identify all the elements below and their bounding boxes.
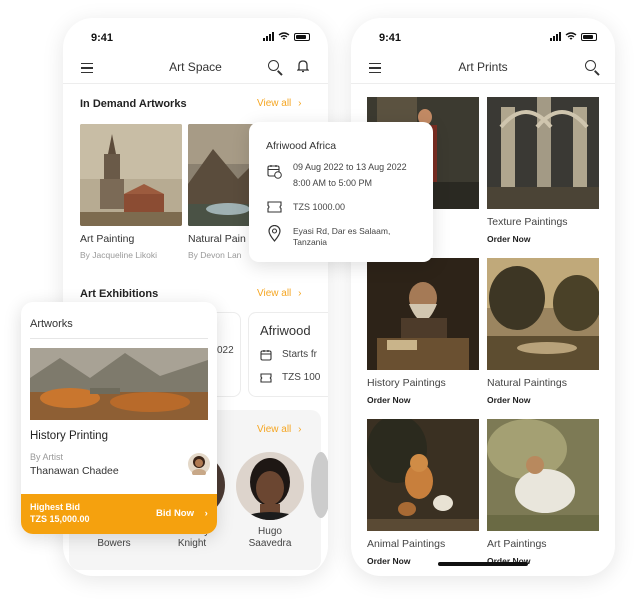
event-address-line1: Eyasi Rd, Dar es Salaam, xyxy=(293,226,391,236)
event-time: 8:00 AM to 5:00 PM xyxy=(293,178,373,188)
chevron-right-icon: › xyxy=(298,288,302,299)
in-demand-view-all[interactable]: View all › xyxy=(257,98,301,109)
event-price: TZS 1000.00 xyxy=(293,202,346,212)
bell-icon[interactable] xyxy=(297,59,309,73)
event-title: Afriwood Africa xyxy=(266,140,337,152)
location-icon xyxy=(268,225,281,242)
print-image[interactable] xyxy=(367,419,479,531)
art-painting-image[interactable] xyxy=(80,124,182,226)
natural-painting-image[interactable] xyxy=(188,124,258,226)
order-now-link[interactable]: Order Now xyxy=(367,395,410,405)
print-image[interactable] xyxy=(487,258,599,370)
chevron-right-icon: › xyxy=(298,424,302,435)
art-title: Natural Pain xyxy=(188,233,246,245)
event-date: 09 Aug 2022 to 13 Aug 2022 xyxy=(293,162,407,172)
page-title: Art Space xyxy=(169,60,222,74)
phone-art-prints: 9:41 Art Prints ngs Texture Paintings Or… xyxy=(351,18,615,576)
history-printing-image[interactable] xyxy=(30,348,208,420)
status-icons xyxy=(263,32,310,41)
artists-view-all[interactable]: View all › xyxy=(257,424,301,435)
order-now-link[interactable]: Order Now xyxy=(487,395,530,405)
print-image[interactable] xyxy=(367,258,479,370)
art-author: By Devon Lan xyxy=(188,250,242,260)
artwork-card-header: Artworks xyxy=(30,318,73,330)
home-indicator xyxy=(438,562,528,566)
print-image[interactable] xyxy=(487,97,599,209)
artwork-card[interactable]: Artworks History Printing By Artist Than… xyxy=(21,302,217,534)
print-image[interactable] xyxy=(487,419,599,531)
page-title: Art Prints xyxy=(458,60,508,74)
artist-label: By Artist xyxy=(30,452,64,462)
ticket-icon xyxy=(267,201,282,213)
search-icon[interactable] xyxy=(268,60,279,71)
avatar-hugo-saavedra[interactable] xyxy=(236,452,304,520)
order-now-link[interactable]: Order Now xyxy=(367,556,410,566)
status-time: 9:41 xyxy=(379,32,402,44)
avatar[interactable] xyxy=(188,453,210,475)
bid-now-button[interactable]: Bid Now › xyxy=(156,508,208,519)
divider xyxy=(30,338,208,339)
bid-bar: Highest Bid TZS 15,000.00 Bid Now › xyxy=(21,494,217,534)
exhibition-card-afriwood[interactable]: Afriwood Starts fr TZS 100 xyxy=(248,312,328,397)
chevron-right-icon: › xyxy=(298,98,302,109)
event-address-line2: Tanzania xyxy=(293,237,328,247)
chevron-right-icon: › xyxy=(204,508,208,519)
ticket-icon xyxy=(260,373,272,383)
artist-name: Thanawan Chadee xyxy=(30,465,119,477)
status-icons xyxy=(550,32,597,41)
exhibitions-title: Art Exhibitions xyxy=(80,288,159,300)
avatar[interactable] xyxy=(311,452,328,518)
exhibitions-view-all[interactable]: View all › xyxy=(257,288,301,299)
app-bar: Art Space xyxy=(63,54,328,84)
print-title: History Paintings xyxy=(367,377,446,389)
app-bar: Art Prints xyxy=(351,54,615,84)
art-title: Art Painting xyxy=(80,233,135,245)
calendar-clock-icon xyxy=(267,165,282,179)
in-demand-title: In Demand Artworks xyxy=(80,98,187,110)
print-title: Texture Paintings xyxy=(487,216,568,228)
order-now-link[interactable]: Order Now xyxy=(487,234,530,244)
artwork-title: History Printing xyxy=(30,430,108,442)
artist-name: Hugo Saavedra xyxy=(248,526,292,549)
status-time: 9:41 xyxy=(91,32,114,44)
search-icon[interactable] xyxy=(585,60,596,71)
highest-bid-value: TZS 15,000.00 xyxy=(30,514,90,524)
event-details-card[interactable]: Afriwood Africa 09 Aug 2022 to 13 Aug 20… xyxy=(249,122,433,262)
art-author: By Jacqueline Likoki xyxy=(80,250,158,260)
calendar-icon xyxy=(260,350,272,361)
highest-bid-label: Highest Bid xyxy=(30,502,81,512)
print-title: Natural Paintings xyxy=(487,377,567,389)
print-title: Animal Paintings xyxy=(367,538,446,550)
print-title: Art Paintings xyxy=(487,538,547,550)
